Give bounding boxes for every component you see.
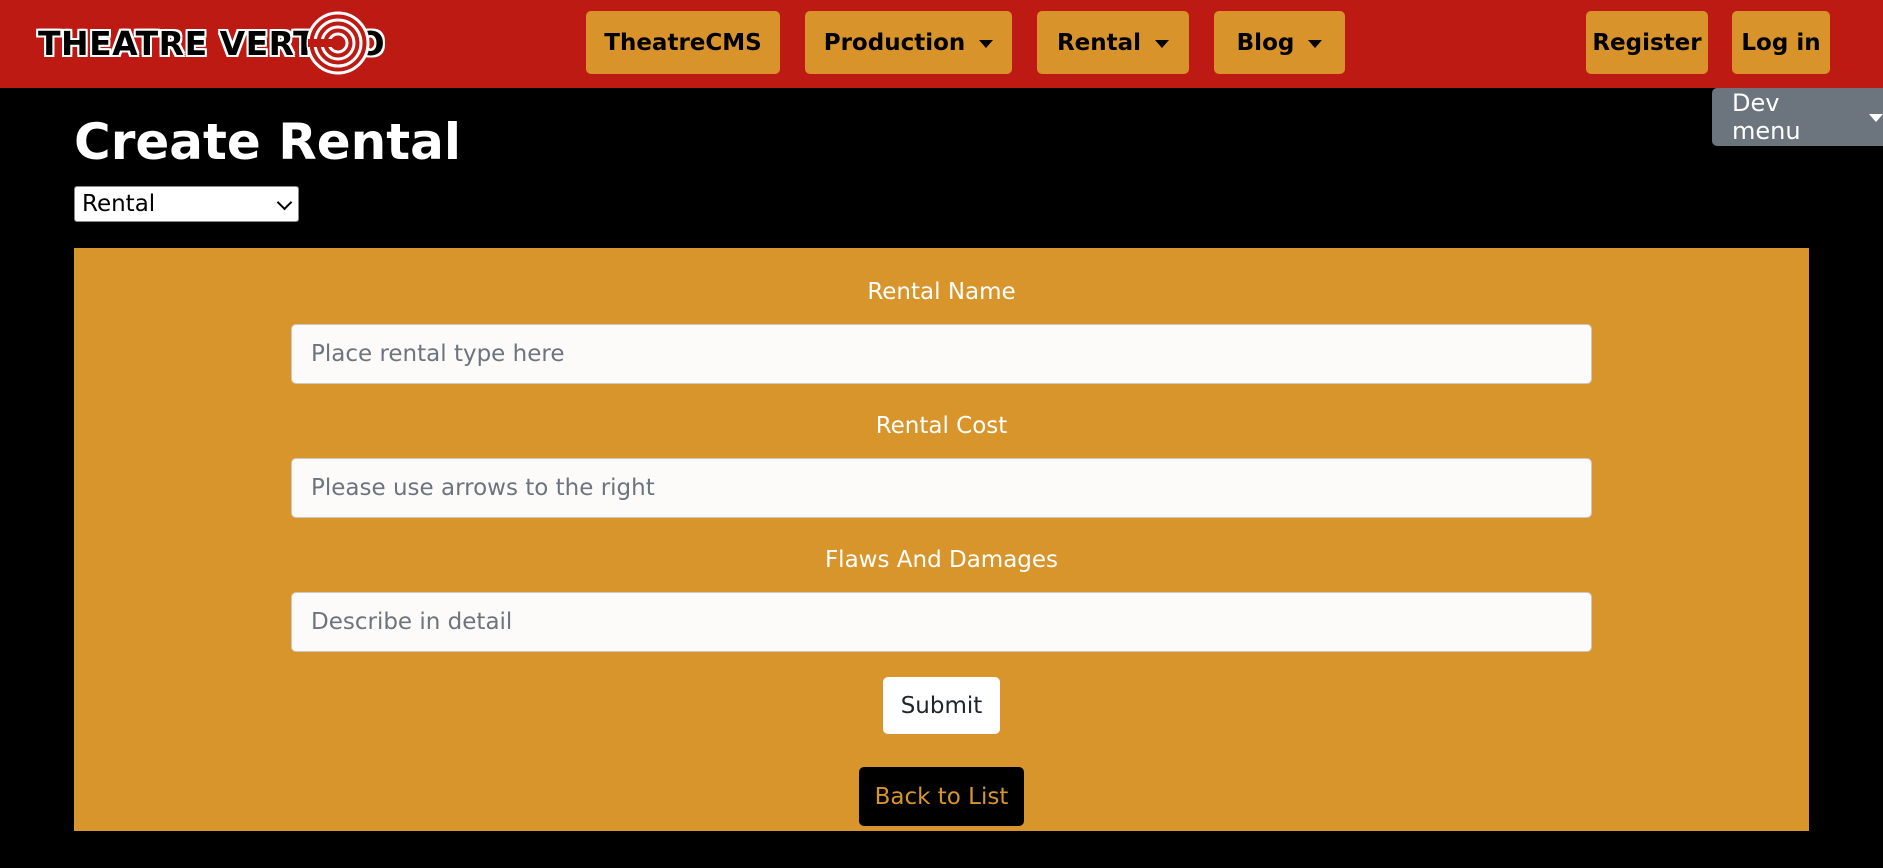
back-to-list-button[interactable]: Back to List (859, 767, 1024, 826)
flaws-damages-label: Flaws And Damages (824, 547, 1059, 573)
type-select-value: Rental (82, 191, 156, 217)
spiral-logo-icon (306, 11, 370, 75)
page-title: Create Rental (74, 113, 462, 171)
nav-rental-dropdown[interactable]: Rental (1037, 11, 1189, 74)
theatre-vertigo-logo[interactable]: THEATRE VERTIGO (38, 10, 385, 76)
register-button[interactable]: Register (1586, 11, 1708, 74)
nav-theatrecms-label: TheatreCMS (604, 29, 762, 56)
nav-rental-label: Rental (1056, 29, 1142, 56)
create-rental-form: Rental Name Rental Cost Flaws And Damage… (74, 248, 1809, 831)
submit-button[interactable]: Submit (883, 677, 1000, 734)
rental-cost-input[interactable] (291, 458, 1592, 518)
nav-blog-dropdown[interactable]: Blog (1214, 11, 1345, 74)
login-label: Log in (1741, 29, 1821, 56)
rental-name-label: Rental Name (867, 279, 1016, 305)
caret-down-icon (1869, 114, 1883, 122)
nav-theatrecms[interactable]: TheatreCMS (586, 11, 780, 74)
top-navbar: THEATRE VERTIGO TheatreCMS Production Re… (0, 0, 1883, 88)
register-label: Register (1592, 29, 1702, 56)
login-button[interactable]: Log in (1732, 11, 1830, 74)
caret-down-icon (979, 39, 994, 48)
rental-name-input[interactable] (291, 324, 1592, 384)
nav-production-label: Production (823, 29, 966, 56)
caret-down-icon (1155, 39, 1170, 48)
nav-blog-label: Blog (1236, 29, 1295, 56)
chevron-down-icon (276, 194, 293, 211)
caret-down-icon (1308, 39, 1323, 48)
dev-menu-label: Dev menu (1732, 89, 1801, 145)
nav-production-dropdown[interactable]: Production (805, 11, 1012, 74)
type-select[interactable]: Rental (74, 186, 299, 222)
rental-cost-label: Rental Cost (875, 413, 1008, 439)
dev-menu-dropdown[interactable]: Dev menu (1712, 88, 1883, 146)
flaws-damages-input[interactable] (291, 592, 1592, 652)
